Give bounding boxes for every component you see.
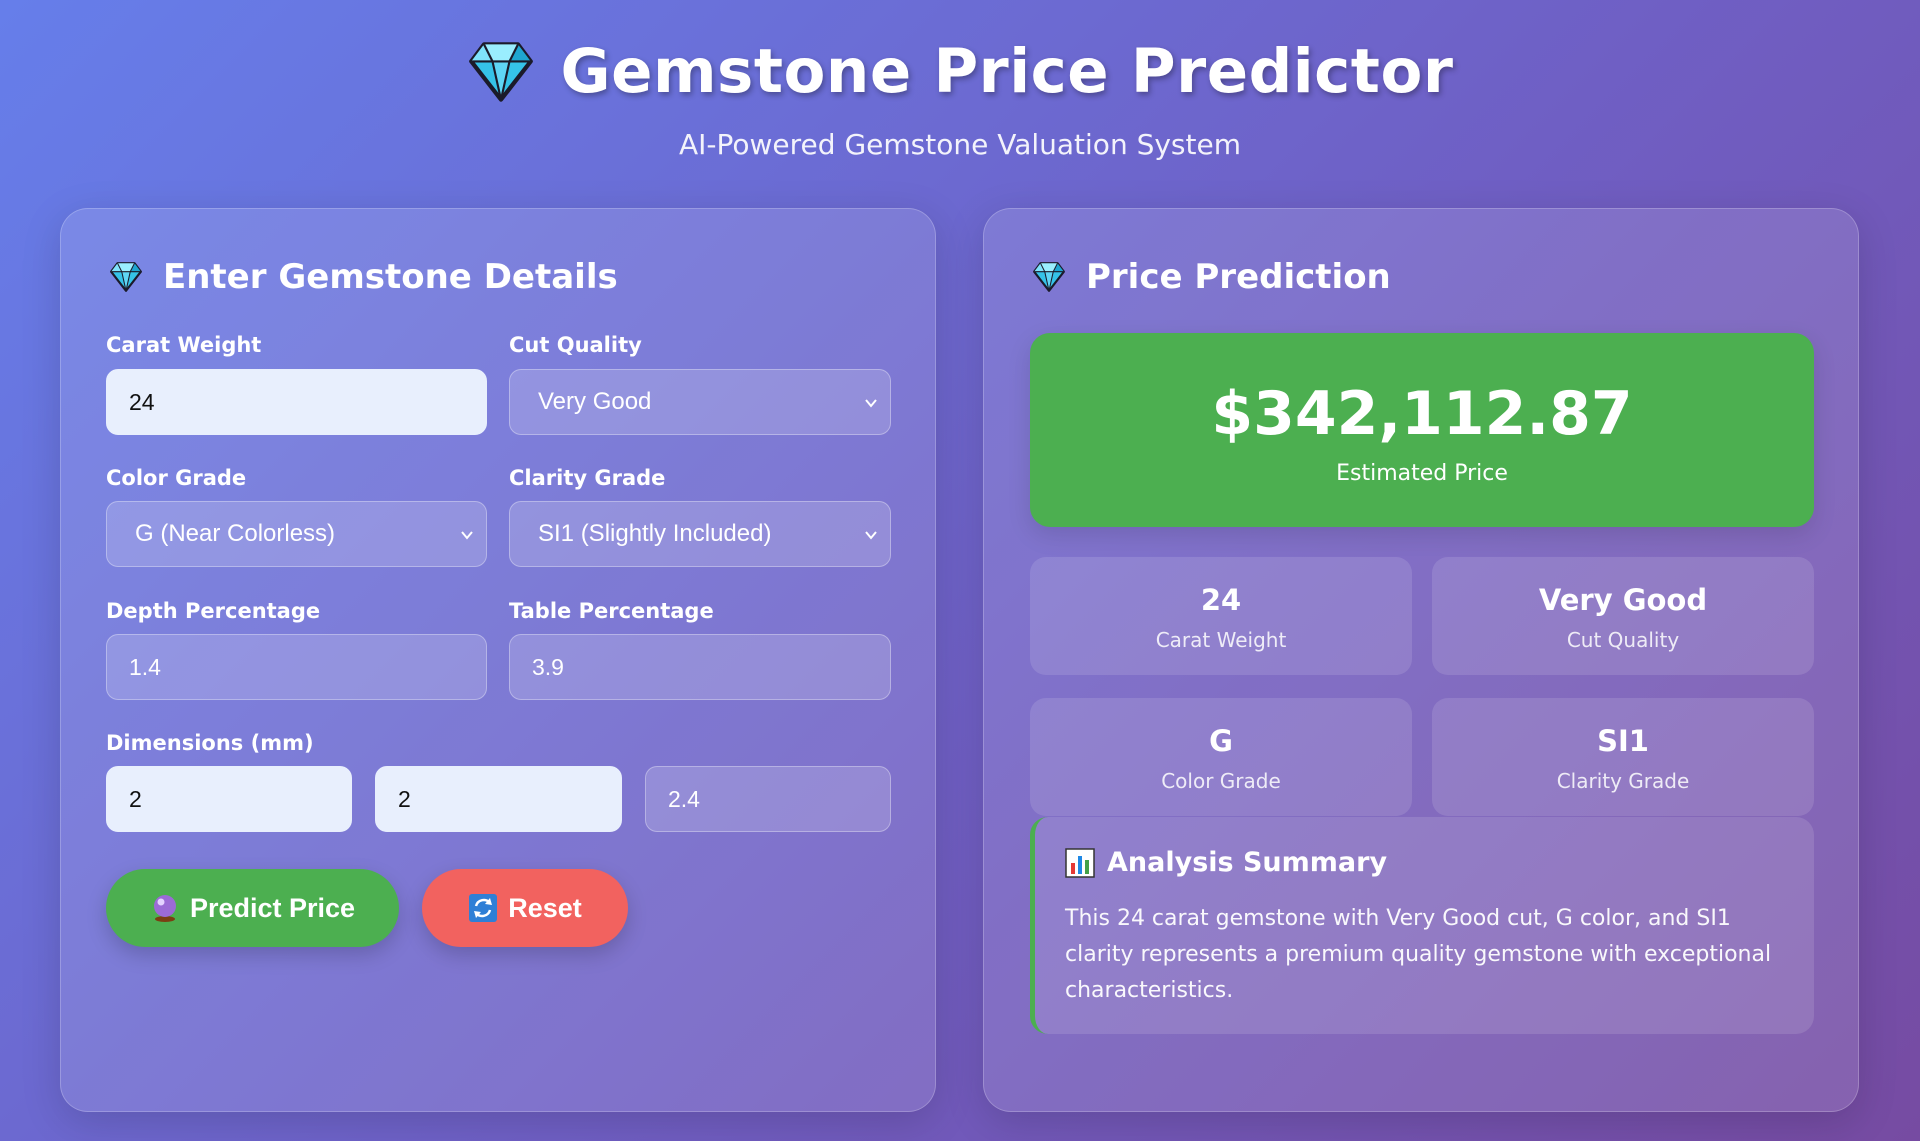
details-panel-title: Enter Gemstone Details [109, 257, 618, 297]
predict-price-label: Predict Price [189, 892, 356, 923]
depth-percentage-input[interactable]: 1.4 [106, 634, 487, 700]
stat-value: SI1 [1597, 724, 1649, 758]
stat-value: 24 [1200, 583, 1242, 617]
cut-quality-select[interactable]: Very Good [509, 369, 891, 435]
analysis-summary: Analysis Summary This 24 carat gemstone … [1030, 817, 1814, 1034]
reset-label: Reset [508, 892, 582, 923]
stat-label: Clarity Grade [1556, 769, 1690, 793]
stat-card-clarity: SI1 Clarity Grade [1432, 698, 1814, 816]
stat-card-carat: 24 Carat Weight [1030, 557, 1412, 675]
dimension-y-input[interactable]: 2 [375, 766, 622, 832]
chevron-down-icon [460, 528, 474, 542]
stat-value: G [1209, 724, 1233, 758]
stat-label: Carat Weight [1155, 628, 1287, 652]
cut-quality-value: Very Good [538, 388, 652, 415]
page-subtitle: AI-Powered Gemstone Valuation System [679, 128, 1241, 161]
carat-weight-input[interactable]: 24 [106, 369, 487, 435]
cut-quality-label: Cut Quality [509, 333, 642, 357]
table-percentage-input[interactable]: 3.9 [509, 634, 891, 700]
dimensions-label: Dimensions (mm) [106, 731, 314, 755]
color-grade-value: G (Near Colorless) [135, 520, 336, 547]
estimated-price-box: $342,112.87 Estimated Price [1030, 333, 1814, 527]
clarity-grade-label: Clarity Grade [509, 466, 666, 490]
dimension-x-input[interactable]: 2 [106, 766, 352, 832]
stat-card-cut: Very Good Cut Quality [1432, 557, 1814, 675]
bar-chart-icon [1065, 847, 1095, 878]
predict-price-button[interactable]: Predict Price [106, 869, 399, 947]
prediction-panel-title: Price Prediction [1032, 257, 1391, 297]
clarity-grade-select[interactable]: SI1 (Slightly Included) [509, 501, 891, 567]
carat-weight-label: Carat Weight [106, 333, 262, 357]
estimated-price-value: $342,112.87 [1211, 379, 1633, 449]
price-prediction-panel: Price Prediction $342,112.87 Estimated P… [983, 208, 1859, 1112]
chevron-down-icon [864, 528, 878, 542]
stat-card-color: G Color Grade [1030, 698, 1412, 816]
analysis-summary-title: Analysis Summary [1065, 847, 1387, 878]
table-percentage-label: Table Percentage [509, 599, 714, 623]
gem-icon [109, 260, 143, 294]
title-row: Gemstone Price Predictor [0, 36, 1920, 107]
chevron-down-icon [864, 396, 878, 410]
analysis-summary-title-text: Analysis Summary [1107, 847, 1388, 878]
stat-label: Color Grade [1161, 769, 1281, 793]
page-title: Gemstone Price Predictor [560, 36, 1454, 107]
depth-percentage-label: Depth Percentage [106, 599, 321, 623]
details-panel-title-text: Enter Gemstone Details [163, 257, 618, 297]
analysis-summary-text: This 24 carat gemstone with Very Good cu… [1065, 906, 1772, 1003]
gemstone-details-panel: Enter Gemstone Details Carat Weight 24 C… [60, 208, 936, 1112]
gem-icon [467, 38, 535, 106]
clarity-grade-value: SI1 (Slightly Included) [538, 520, 772, 547]
color-grade-select[interactable]: G (Near Colorless) [106, 501, 487, 567]
color-grade-label: Color Grade [106, 466, 247, 490]
stat-value: Very Good [1538, 583, 1708, 617]
gem-icon [1032, 260, 1066, 294]
estimated-price-label: Estimated Price [1336, 461, 1508, 486]
dimension-z-input[interactable]: 2.4 [645, 766, 891, 832]
refresh-icon [469, 894, 498, 922]
crystal-ball-icon [153, 895, 176, 922]
stat-label: Cut Quality [1566, 628, 1680, 652]
prediction-panel-title-text: Price Prediction [1086, 257, 1391, 297]
page-header: Gemstone Price Predictor AI-Powered Gems… [0, 0, 1920, 200]
reset-button[interactable]: Reset [422, 869, 628, 947]
